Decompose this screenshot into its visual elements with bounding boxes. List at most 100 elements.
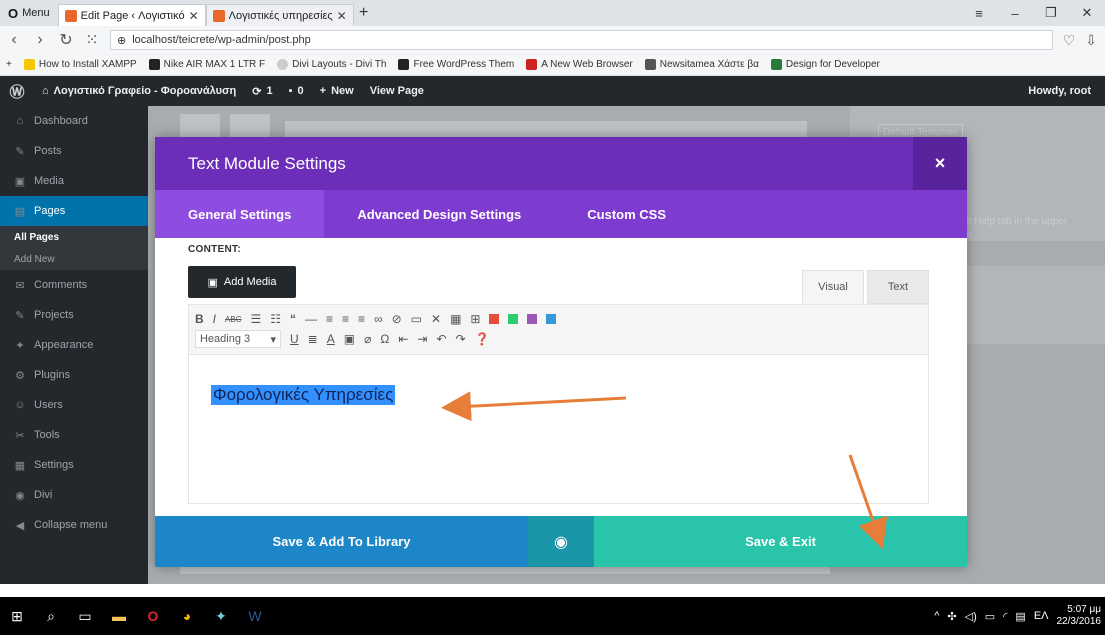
maximize-icon[interactable]: ❐ — [1033, 5, 1069, 21]
sidebar-item-appearance[interactable]: ✦ Appearance — [0, 330, 148, 360]
sidebar-item-posts[interactable]: ✎ Posts — [0, 136, 148, 166]
text-color-icon[interactable]: A — [327, 332, 335, 346]
tab-close-icon[interactable]: ✕ — [189, 9, 199, 23]
bookmark-item[interactable]: Nike AIR MAX 1 LTR F — [148, 59, 265, 70]
toolbar-toggle-icon[interactable]: ▦ — [450, 312, 461, 326]
tab-custom-css[interactable]: Custom CSS — [554, 190, 699, 238]
new-content-link[interactable]: + New — [312, 85, 362, 97]
selected-heading-text[interactable]: Φορολογικές Υπηρεσίες — [211, 385, 396, 405]
sidebar-item-divi[interactable]: ◉ Divi — [0, 480, 148, 510]
language-indicator[interactable]: ΕΛ — [1034, 610, 1049, 622]
clock[interactable]: 5:07 μμ 22/3/2016 — [1057, 604, 1102, 628]
download-icon[interactable]: ⇩ — [1085, 32, 1097, 49]
chrome-icon[interactable]: ◕ — [170, 597, 204, 635]
undo-icon[interactable]: ↶ — [436, 332, 446, 346]
windows-start-icon[interactable]: ⊞ — [0, 597, 34, 635]
link-icon[interactable]: ∞ — [374, 312, 383, 326]
italic-icon[interactable]: I — [213, 312, 216, 326]
add-bookmark-icon[interactable]: + — [6, 59, 12, 70]
sidebar-item-pages[interactable]: ▤ Pages — [0, 196, 148, 226]
reload-icon[interactable]: ↻ — [58, 30, 74, 50]
save-add-to-library-button[interactable]: Save & Add To Library — [155, 516, 528, 567]
back-icon[interactable]: ‹ — [6, 31, 22, 49]
network-icon[interactable]: ✣ — [947, 610, 956, 623]
color-block-icon[interactable] — [527, 314, 538, 324]
sidebar-item-media[interactable]: ▣ Media — [0, 166, 148, 196]
paste-text-icon[interactable]: ▣ — [344, 332, 355, 346]
sidebar-item-collapse[interactable]: ◀ Collapse menu — [0, 510, 148, 540]
sidebar-item-plugins[interactable]: ⚙ Plugins — [0, 360, 148, 390]
minimize-icon[interactable]: – — [997, 6, 1033, 21]
redo-icon[interactable]: ↷ — [456, 332, 466, 346]
fullscreen-icon[interactable]: ✕ — [431, 312, 441, 326]
indent-icon[interactable]: ⇥ — [417, 332, 427, 346]
submenu-add-new[interactable]: Add New — [0, 248, 148, 270]
color-block-icon[interactable] — [508, 314, 519, 324]
preview-eye-icon[interactable]: ◉ — [528, 516, 594, 567]
comments-link[interactable]: ▪ 0 — [281, 85, 312, 97]
horizontal-rule-icon[interactable]: — — [305, 312, 317, 326]
sidebar-item-tools[interactable]: ✂ Tools — [0, 420, 148, 450]
bookmark-item[interactable]: A New Web Browser — [526, 59, 633, 70]
bookmark-item[interactable]: Divi Layouts - Divi Th — [277, 59, 386, 70]
url-field[interactable]: ⊕ localhost/teicrete/wp-admin/post.php — [110, 30, 1053, 50]
tab-general-settings[interactable]: General Settings — [155, 190, 325, 238]
align-left-icon[interactable]: ≡ — [326, 312, 333, 326]
chevron-up-icon[interactable]: ^ — [934, 610, 939, 622]
app-icon[interactable]: ✦ — [204, 597, 238, 635]
read-more-icon[interactable]: ▭ — [411, 312, 422, 326]
numbered-list-icon[interactable]: ☷ — [270, 312, 281, 326]
tab-advanced-design-settings[interactable]: Advanced Design Settings — [324, 190, 554, 238]
bold-icon[interactable]: B — [195, 312, 204, 326]
align-right-icon[interactable]: ≡ — [358, 312, 365, 326]
blockquote-icon[interactable]: “ — [290, 312, 296, 326]
sidebar-item-projects[interactable]: ✎ Projects — [0, 300, 148, 330]
sidebar-item-settings[interactable]: ▦ Settings — [0, 450, 148, 480]
bookmark-item[interactable]: Design for Developer — [770, 59, 880, 70]
battery-icon[interactable]: ▭ — [985, 610, 995, 623]
format-select[interactable]: Heading 3 ▾ — [195, 330, 281, 348]
view-page-link[interactable]: View Page — [362, 85, 432, 97]
submenu-all-pages[interactable]: All Pages — [0, 226, 148, 248]
editor-content-area[interactable]: Φορολογικές Υπηρεσίες — [189, 355, 928, 435]
save-exit-button[interactable]: Save & Exit — [594, 516, 967, 567]
notifications-icon[interactable]: ▤ — [1015, 610, 1025, 623]
shortcode-icon[interactable]: ⊞ — [470, 312, 480, 326]
forward-icon[interactable]: › — [32, 31, 48, 49]
bullet-list-icon[interactable]: ☰ — [250, 312, 261, 326]
opera-menu-button[interactable]: O Menu — [0, 0, 58, 26]
sidebar-item-dashboard[interactable]: ⌂ Dashboard — [0, 106, 148, 136]
color-block-icon[interactable] — [489, 314, 500, 324]
task-view-icon[interactable]: ▭ — [68, 597, 102, 635]
browser-tab[interactable]: Λογιστικές υπηρεσίες – Λο ✕ — [205, 4, 354, 26]
sidebar-item-users[interactable]: ☺ Users — [0, 390, 148, 420]
tab-close-icon[interactable]: ✕ — [337, 9, 347, 23]
unlink-icon[interactable]: ⊘ — [392, 312, 402, 326]
outdent-icon[interactable]: ⇤ — [398, 332, 408, 346]
clear-formatting-icon[interactable]: ⌀ — [364, 332, 371, 346]
search-icon[interactable]: ⌕ — [34, 597, 68, 635]
special-character-icon[interactable]: Ω — [380, 332, 389, 346]
tab-menu-icon[interactable]: ≡ — [961, 6, 997, 21]
file-explorer-icon[interactable]: ▬ — [102, 597, 136, 635]
sidebar-item-comments[interactable]: ✉ Comments — [0, 270, 148, 300]
word-icon[interactable]: W — [238, 597, 272, 635]
bookmark-item[interactable]: Newsitamea Χάστε βα — [644, 59, 759, 70]
updates-link[interactable]: ⟳ 1 — [244, 85, 280, 98]
site-name-link[interactable]: ⌂ Λογιστικό Γραφείο - Φοροανάλυση — [34, 85, 244, 97]
justify-icon[interactable]: ≣ — [308, 332, 318, 346]
help-icon[interactable]: ❓ — [475, 332, 490, 346]
wordpress-logo-icon[interactable]: Ⓦ — [0, 81, 34, 102]
color-block-icon[interactable] — [546, 314, 557, 324]
close-window-icon[interactable]: ✕ — [1069, 5, 1105, 21]
strikethrough-icon[interactable]: ABC — [225, 315, 241, 324]
tab-text[interactable]: Text — [867, 270, 929, 304]
bookmark-item[interactable]: How to Install XAMPP — [23, 59, 137, 70]
tab-visual[interactable]: Visual — [802, 270, 864, 304]
heart-icon[interactable]: ♡ — [1063, 32, 1076, 49]
underline-icon[interactable]: U — [290, 332, 299, 346]
new-tab-button[interactable]: + — [354, 4, 374, 22]
add-media-button[interactable]: ▣ Add Media — [188, 266, 296, 298]
howdy-user[interactable]: Howdy, root — [1028, 85, 1105, 97]
wifi-icon[interactable]: ◜ — [1003, 610, 1007, 623]
